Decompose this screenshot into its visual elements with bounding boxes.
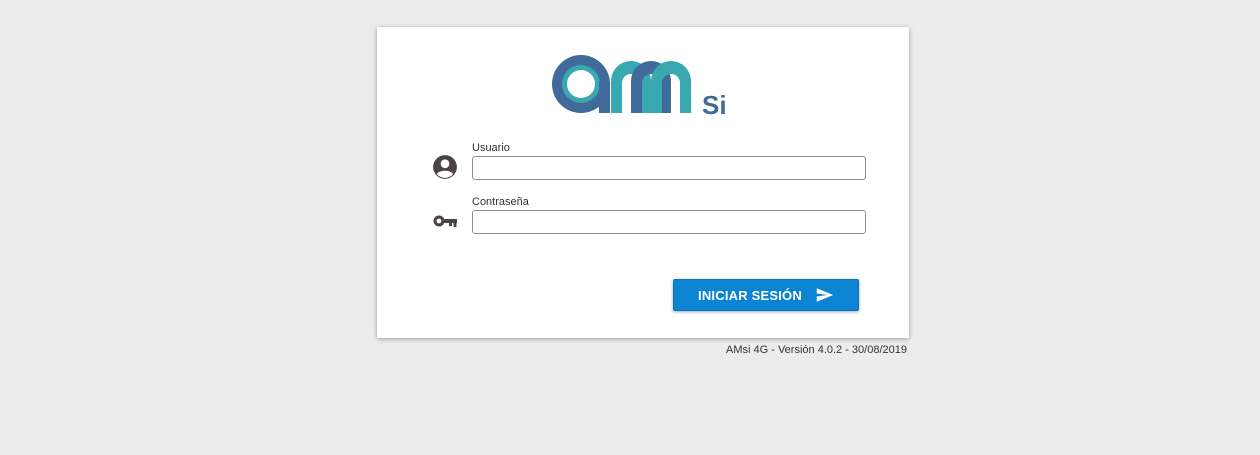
password-label: Contraseña [472, 196, 529, 208]
account-circle-icon [433, 155, 457, 179]
username-input[interactable] [472, 156, 866, 180]
amsi-logo: Si [552, 55, 727, 119]
login-button-label: INICIAR SESIÓN [698, 287, 802, 303]
key-icon [433, 215, 457, 227]
send-icon [816, 288, 834, 302]
login-button[interactable]: INICIAR SESIÓN [673, 279, 859, 311]
login-card: Si Usuario Contraseña INICIAR SESIÓN [377, 27, 909, 338]
version-text: AMsi 4G - Versión 4.0.2 - 30/08/2019 [726, 344, 907, 356]
username-label: Usuario [472, 142, 510, 154]
logo-si-text: Si [702, 90, 727, 119]
password-input[interactable] [472, 210, 866, 234]
